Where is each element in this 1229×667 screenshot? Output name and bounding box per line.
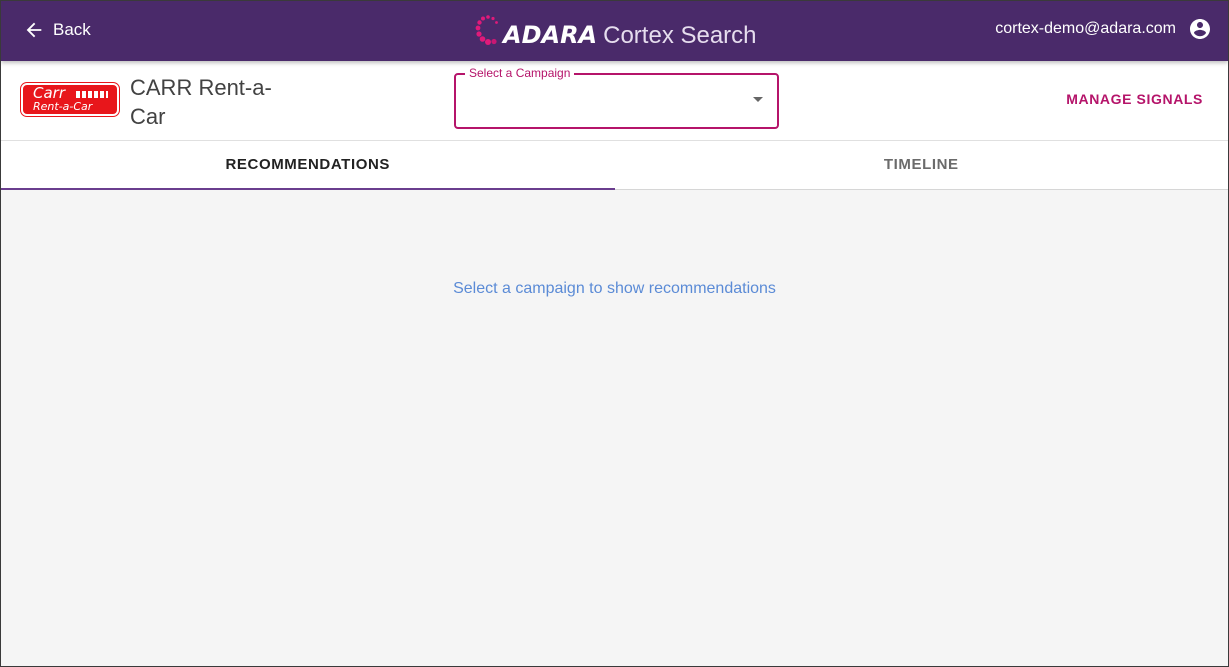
client-logo-stripes (76, 91, 108, 98)
main-content: Select a campaign to show recommendation… (1, 191, 1228, 666)
back-button[interactable]: Back (23, 17, 91, 43)
client-header: Carr Rent-a-Car CARR Rent-a-Car Select a… (1, 61, 1228, 141)
client-name: CARR Rent-a-Car (130, 75, 272, 129)
account-circle-icon[interactable] (1188, 17, 1212, 41)
client-logo: Carr Rent-a-Car (21, 83, 119, 116)
adara-dots-logo-icon (475, 15, 498, 45)
back-button-label: Back (53, 20, 91, 39)
empty-state-message: Select a campaign to show recommendation… (453, 280, 776, 297)
top-app-bar: Back ADARA Cortex Search cortex-demo@ada… (1, 1, 1228, 61)
brand: ADARA Cortex Search (475, 11, 757, 51)
arrow-left-icon (26, 22, 42, 38)
tab-timeline[interactable]: TIMELINE (615, 141, 1229, 189)
campaign-select-label: Select a Campaign (465, 66, 575, 80)
brand-name: ADARA (503, 21, 598, 49)
campaign-select-value (468, 91, 737, 111)
caret-down-icon[interactable] (753, 97, 763, 102)
manage-signals-button[interactable]: MANAGE SIGNALS (1066, 91, 1203, 107)
user-menu[interactable]: cortex-demo@adara.com (995, 16, 1212, 42)
client-logo-line2: Rent-a-Car (33, 100, 93, 113)
user-email: cortex-demo@adara.com (995, 20, 1176, 37)
tab-bar: RECOMMENDATIONS TIMELINE (1, 141, 1228, 190)
campaign-select[interactable]: Select a Campaign (454, 66, 779, 129)
app-window: Back ADARA Cortex Search cortex-demo@ada… (0, 0, 1229, 667)
tab-recommendations[interactable]: RECOMMENDATIONS (1, 141, 615, 190)
product-name: Cortex Search (603, 21, 757, 49)
